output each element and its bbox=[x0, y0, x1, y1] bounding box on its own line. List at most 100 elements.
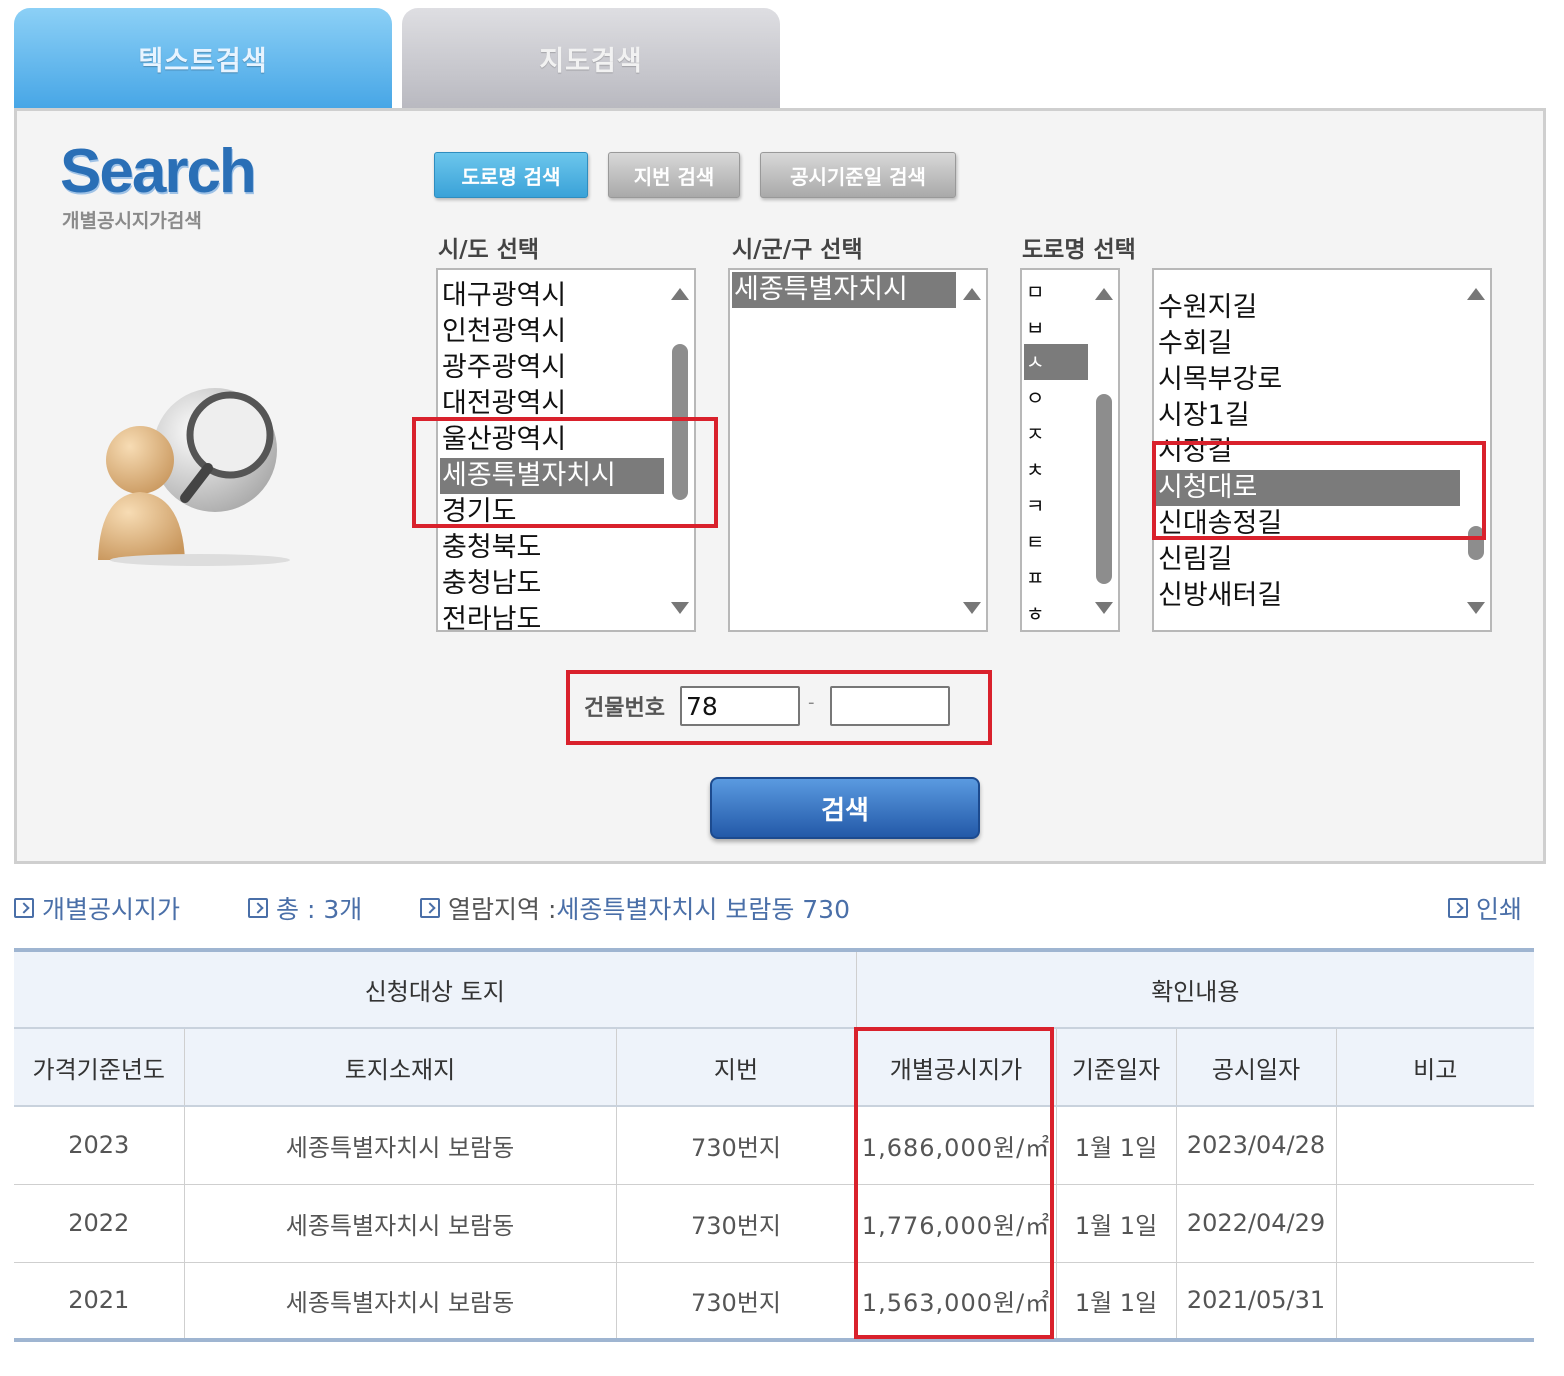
group-header-confirmation: 확인내용 bbox=[856, 948, 1534, 1029]
sido-option-selected[interactable]: 세종특별자치시 bbox=[440, 458, 664, 494]
info-region: 열람지역 : 세종특별자치시 보람동 730 bbox=[420, 890, 850, 926]
cell-announce-date: 2022/04/29 bbox=[1176, 1184, 1337, 1263]
building-main-number-input[interactable] bbox=[680, 686, 800, 726]
cell-price: 1,686,000원/㎡ bbox=[856, 1106, 1057, 1185]
info-category: 개별공시지가 bbox=[14, 890, 180, 926]
info-total: 총 : 3개 bbox=[248, 890, 362, 926]
initial-scrollbar-thumb[interactable] bbox=[1096, 394, 1112, 584]
col-header-location: 토지소재지 bbox=[184, 1028, 617, 1107]
road-option[interactable]: 시목부강로 bbox=[1156, 362, 1282, 398]
sido-option[interactable]: 광주광역시 bbox=[440, 350, 566, 386]
print-link[interactable]: 인쇄 bbox=[1448, 890, 1522, 926]
road-option[interactable]: 수원지길 bbox=[1156, 290, 1257, 326]
road-option[interactable]: 시장1길 bbox=[1156, 398, 1250, 434]
scroll-up-icon[interactable] bbox=[1095, 288, 1113, 300]
search-person-illustration-icon bbox=[98, 388, 290, 566]
cell-lot: 730번지 bbox=[616, 1106, 857, 1185]
building-number-separator: - bbox=[808, 692, 815, 713]
road-initial-listbox[interactable]: ㅁ ㅂ ㅅ ㅇ ㅈ ㅊ ㅋ ㅌ ㅍ ㅎ bbox=[1020, 268, 1120, 632]
sigungu-listbox[interactable]: 세종특별자치시 bbox=[728, 268, 988, 632]
initial-option[interactable]: ㅍ bbox=[1024, 560, 1044, 596]
sido-option[interactable]: 충청북도 bbox=[440, 530, 541, 566]
scroll-down-icon[interactable] bbox=[1095, 602, 1113, 614]
initial-option[interactable]: ㅁ bbox=[1024, 274, 1044, 310]
group-header-target-land: 신청대상 토지 bbox=[14, 948, 857, 1029]
sido-listbox[interactable]: 대구광역시 인천광역시 광주광역시 대전광역시 울산광역시 세종특별자치시 경기… bbox=[436, 268, 696, 632]
search-button[interactable]: 검색 bbox=[710, 777, 980, 839]
cell-base-date: 1월 1일 bbox=[1056, 1262, 1177, 1342]
cell-year: 2022 bbox=[14, 1184, 185, 1263]
scroll-down-icon[interactable] bbox=[671, 602, 689, 614]
arrow-box-icon bbox=[420, 898, 440, 918]
info-region-value: 세종특별자치시 보람동 730 bbox=[556, 895, 850, 924]
road-option[interactable]: 신대송정길 bbox=[1156, 506, 1282, 542]
cell-lot: 730번지 bbox=[616, 1184, 857, 1263]
initial-option[interactable]: ㅊ bbox=[1024, 452, 1044, 488]
cell-announce-date: 2021/05/31 bbox=[1176, 1262, 1337, 1342]
road-option[interactable]: 수회길 bbox=[1156, 326, 1233, 362]
road-scrollbar-thumb[interactable] bbox=[1468, 526, 1484, 560]
initial-option[interactable]: ㅈ bbox=[1024, 416, 1044, 452]
info-total-text: 총 : 3개 bbox=[276, 895, 363, 924]
cell-lot: 730번지 bbox=[616, 1262, 857, 1342]
arrow-box-icon bbox=[1448, 898, 1468, 918]
road-option[interactable]: 신방새터길 bbox=[1156, 578, 1282, 614]
sido-option[interactable]: 인천광역시 bbox=[440, 314, 566, 350]
arrow-box-icon bbox=[14, 898, 34, 918]
road-option-selected[interactable]: 시청대로 bbox=[1156, 470, 1460, 506]
print-link-text[interactable]: 인쇄 bbox=[1476, 890, 1522, 926]
road-option[interactable]: 신림길 bbox=[1156, 542, 1233, 578]
col-header-remarks: 비고 bbox=[1336, 1028, 1534, 1107]
logo-subtitle: 개별공시지가검색 bbox=[62, 210, 202, 232]
sigungu-option-selected[interactable]: 세종특별자치시 bbox=[732, 272, 956, 308]
scroll-down-icon[interactable] bbox=[1467, 602, 1485, 614]
col-header-announce-date: 공시일자 bbox=[1176, 1028, 1337, 1107]
sido-select-label: 시/도 선택 bbox=[438, 237, 540, 263]
scroll-up-icon[interactable] bbox=[671, 288, 689, 300]
tab-text-search[interactable]: 텍스트검색 bbox=[14, 8, 392, 108]
cell-location: 세종특별자치시 보람동 bbox=[184, 1184, 617, 1263]
result-table: 신청대상 토지 확인내용 가격기준년도 토지소재지 지번 개별공시지가 기준일자… bbox=[14, 948, 1534, 1342]
initial-option[interactable]: ㅎ bbox=[1024, 596, 1044, 630]
col-header-price: 개별공시지가 bbox=[856, 1028, 1057, 1107]
sido-option[interactable]: 전라남도 bbox=[440, 602, 541, 630]
cell-year: 2021 bbox=[14, 1262, 185, 1342]
col-header-base-date: 기준일자 bbox=[1056, 1028, 1177, 1107]
info-category-text: 개별공시지가 bbox=[42, 895, 181, 924]
cell-base-date: 1월 1일 bbox=[1056, 1184, 1177, 1263]
table-row: 2023 세종특별자치시 보람동 730번지 1,686,000원/㎡ 1월 1… bbox=[14, 1106, 1534, 1185]
sido-option[interactable]: 대전광역시 bbox=[440, 386, 566, 422]
sido-option[interactable]: 경기도 bbox=[440, 494, 517, 530]
cell-base-date: 1월 1일 bbox=[1056, 1106, 1177, 1185]
road-name-search-tab[interactable]: 도로명 검색 bbox=[434, 152, 588, 198]
sido-option[interactable]: 대구광역시 bbox=[440, 278, 566, 314]
cell-price: 1,776,000원/㎡ bbox=[856, 1184, 1057, 1263]
initial-option[interactable]: ㅌ bbox=[1024, 524, 1044, 560]
building-sub-number-input[interactable] bbox=[830, 686, 950, 726]
scroll-up-icon[interactable] bbox=[963, 288, 981, 300]
sido-option[interactable]: 충청남도 bbox=[440, 566, 541, 602]
road-option[interactable]: 시장길 bbox=[1156, 434, 1233, 470]
base-date-search-tab[interactable]: 공시기준일 검색 bbox=[760, 152, 956, 198]
col-header-year: 가격기준년도 bbox=[14, 1028, 185, 1107]
cell-remarks bbox=[1336, 1262, 1534, 1342]
logo-title: Search bbox=[60, 137, 257, 206]
sigungu-select-label: 시/군/구 선택 bbox=[732, 237, 863, 263]
road-name-listbox[interactable]: 수원지길 수회길 시목부강로 시장1길 시장길 시청대로 신대송정길 신림길 신… bbox=[1152, 268, 1492, 632]
initial-option-selected[interactable]: ㅅ bbox=[1024, 344, 1088, 380]
scroll-up-icon[interactable] bbox=[1467, 288, 1485, 300]
lot-number-search-tab[interactable]: 지번 검색 bbox=[608, 152, 740, 198]
sido-option[interactable]: 울산광역시 bbox=[440, 422, 566, 458]
building-number-label: 건물번호 bbox=[584, 696, 665, 721]
scroll-down-icon[interactable] bbox=[963, 602, 981, 614]
initial-option[interactable]: ㅇ bbox=[1024, 380, 1044, 416]
sido-scrollbar-thumb[interactable] bbox=[672, 344, 688, 500]
tab-map-search[interactable]: 지도검색 bbox=[402, 8, 780, 108]
initial-option[interactable]: ㅂ bbox=[1024, 310, 1044, 346]
initial-option[interactable]: ㅋ bbox=[1024, 488, 1044, 524]
table-row: 2022 세종특별자치시 보람동 730번지 1,776,000원/㎡ 1월 1… bbox=[14, 1184, 1534, 1263]
cell-announce-date: 2023/04/28 bbox=[1176, 1106, 1337, 1185]
cell-location: 세종특별자치시 보람동 bbox=[184, 1106, 617, 1185]
table-row: 2021 세종특별자치시 보람동 730번지 1,563,000원/㎡ 1월 1… bbox=[14, 1262, 1534, 1342]
cell-remarks bbox=[1336, 1184, 1534, 1263]
